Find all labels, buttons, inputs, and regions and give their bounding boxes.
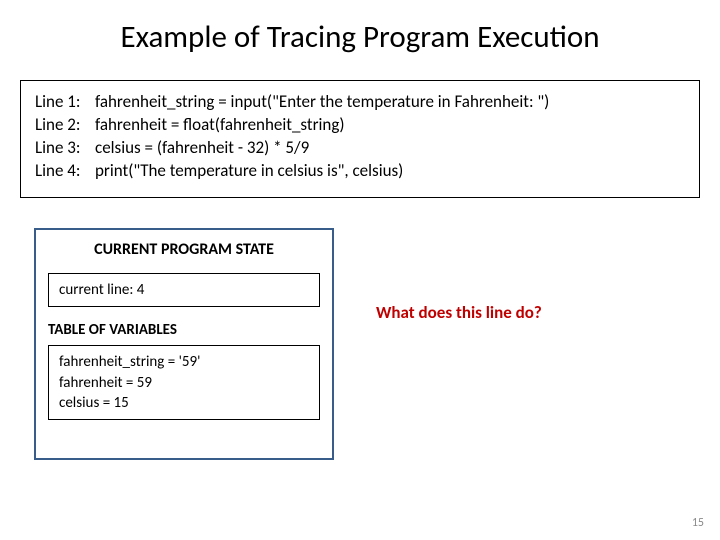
question-text: What does this line do? — [376, 302, 542, 323]
page-number: 15 — [692, 516, 704, 530]
current-line-text: current line: 4 — [59, 281, 144, 299]
line-number: Line 3: — [35, 137, 95, 160]
current-line-box: current line: 4 — [48, 273, 320, 307]
line-number: Line 2: — [35, 114, 95, 137]
code-row: Line 4: print("The temperature in celsiu… — [35, 160, 685, 183]
line-number: Line 4: — [35, 160, 95, 183]
slide-title: Example of Tracing Program Execution — [0, 0, 720, 64]
variable-row: fahrenheit = 59 — [59, 373, 309, 393]
code-row: Line 2: fahrenheit = float(fahrenheit_st… — [35, 114, 685, 137]
program-state-panel: CURRENT PROGRAM STATE current line: 4 TA… — [34, 228, 334, 460]
code-listing-box: Line 1: fahrenheit_string = input("Enter… — [20, 80, 700, 198]
code-text: fahrenheit_string = input("Enter the tem… — [95, 91, 685, 114]
variable-row: celsius = 15 — [59, 393, 309, 413]
variables-label: TABLE OF VARIABLES — [48, 321, 320, 339]
code-text: print("The temperature in celsius is", c… — [95, 160, 685, 183]
variables-box: fahrenheit_string = '59' fahrenheit = 59… — [48, 345, 320, 420]
code-row: Line 3: celsius = (fahrenheit - 32) * 5/… — [35, 137, 685, 160]
code-row: Line 1: fahrenheit_string = input("Enter… — [35, 91, 685, 114]
variable-row: fahrenheit_string = '59' — [59, 352, 309, 372]
line-number: Line 1: — [35, 91, 95, 114]
state-header: CURRENT PROGRAM STATE — [36, 230, 332, 267]
code-text: celsius = (fahrenheit - 32) * 5/9 — [95, 137, 685, 160]
code-text: fahrenheit = float(fahrenheit_string) — [95, 114, 685, 137]
